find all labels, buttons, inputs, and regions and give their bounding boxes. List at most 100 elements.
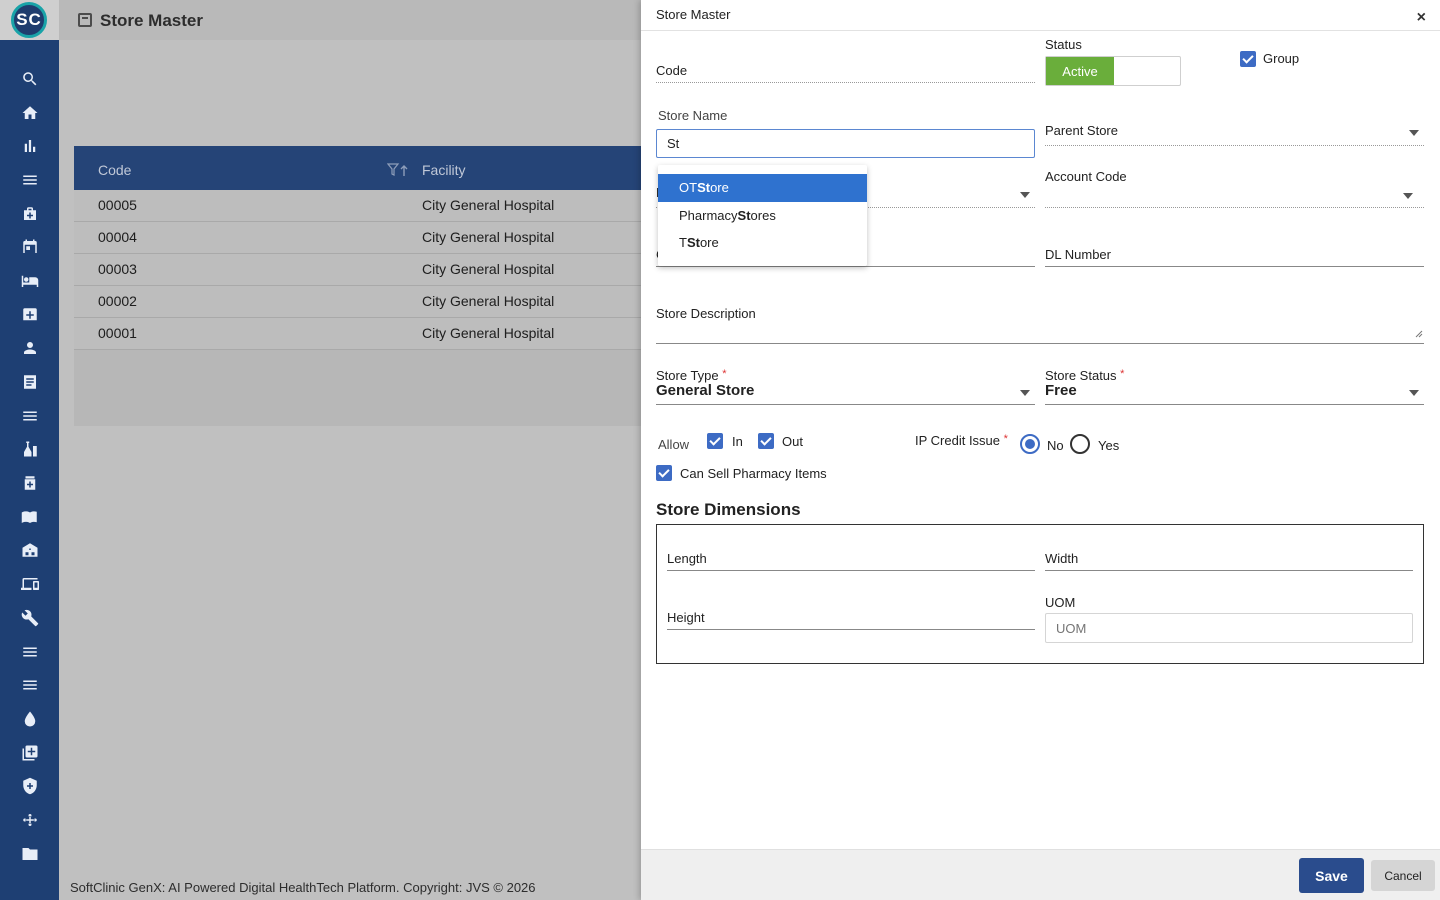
- lab-icon[interactable]: [0, 433, 59, 467]
- document-icon[interactable]: [0, 365, 59, 399]
- height-input[interactable]: [667, 629, 1035, 630]
- store-type-label-text: Store Type: [656, 368, 719, 383]
- dialog-footer: Save Cancel: [641, 849, 1440, 900]
- menu-icon-3[interactable]: [0, 668, 59, 702]
- chevron-down-icon[interactable]: [1403, 193, 1413, 199]
- account-code-label: Account Code: [1045, 169, 1127, 184]
- cancel-button[interactable]: Cancel: [1371, 860, 1435, 891]
- chevron-down-icon[interactable]: [1409, 130, 1419, 136]
- can-sell-label: Can Sell Pharmacy Items: [680, 466, 827, 481]
- allow-label: Allow: [658, 437, 690, 452]
- drop-icon[interactable]: [0, 702, 59, 736]
- ip-credit-yes-radio[interactable]: [1070, 434, 1090, 454]
- home-icon[interactable]: [0, 96, 59, 130]
- store-description-label: Store Description: [656, 306, 756, 321]
- suggestion-match: St: [737, 207, 751, 223]
- uom-label: UOM: [1045, 595, 1076, 610]
- code-input[interactable]: [656, 82, 1035, 83]
- pharmacy-icon[interactable]: [0, 466, 59, 500]
- dl-number-input[interactable]: [1045, 266, 1424, 267]
- status-toggle[interactable]: Active: [1045, 56, 1181, 86]
- modal-backdrop[interactable]: [59, 0, 641, 900]
- ip-credit-no-label: No: [1047, 438, 1064, 453]
- menu-icon-2[interactable]: [0, 635, 59, 669]
- suggestion-text: ores: [750, 207, 776, 223]
- dimensions-title: Store Dimensions: [656, 500, 801, 519]
- sidebar: SC: [0, 0, 59, 900]
- list-icon[interactable]: [0, 399, 59, 433]
- suggestion-item[interactable]: Pharmacy St ores: [658, 202, 867, 230]
- allow-out-checkbox[interactable]: [758, 433, 774, 449]
- store-status-label-text: Store Status: [1045, 368, 1117, 383]
- add-box-icon[interactable]: [0, 736, 59, 770]
- status-active[interactable]: Active: [1046, 57, 1114, 85]
- book-icon[interactable]: [0, 500, 59, 534]
- medical-bag-icon[interactable]: [0, 197, 59, 231]
- menu-icon[interactable]: [0, 163, 59, 197]
- devices-icon[interactable]: [0, 567, 59, 601]
- height-label: Height: [667, 610, 705, 625]
- close-icon[interactable]: ×: [1417, 9, 1426, 27]
- building-icon[interactable]: [0, 534, 59, 568]
- dialog-title: Store Master: [656, 7, 731, 22]
- suggestion-text: OT: [679, 180, 698, 196]
- parent-store-label: Parent Store: [1045, 123, 1118, 138]
- ip-credit-no-radio[interactable]: [1020, 434, 1040, 454]
- width-input[interactable]: [1045, 570, 1413, 571]
- group-checkbox[interactable]: [1240, 51, 1256, 67]
- can-sell-checkbox[interactable]: [656, 465, 672, 481]
- plus-box-icon[interactable]: [0, 298, 59, 332]
- ip-credit-yes-label: Yes: [1098, 438, 1120, 453]
- store-name-label: Store Name: [658, 108, 728, 123]
- allow-out-label: Out: [782, 434, 803, 449]
- status-label: Status: [1045, 37, 1082, 52]
- bed-icon[interactable]: [0, 264, 59, 298]
- gst-input[interactable]: [656, 266, 1035, 267]
- logo-area: SC: [0, 0, 59, 40]
- suggestion-match: St: [697, 180, 711, 196]
- store-status-value[interactable]: Free: [1045, 382, 1077, 399]
- account-code-select[interactable]: [1045, 207, 1424, 208]
- store-type-label: Store Type *: [656, 368, 727, 383]
- required-mark: *: [1003, 433, 1008, 445]
- suggestion-item[interactable]: OT St ore: [658, 174, 867, 202]
- allow-in-label: In: [732, 434, 743, 449]
- chevron-down-icon[interactable]: [1020, 192, 1030, 198]
- save-button[interactable]: Save: [1299, 858, 1364, 893]
- length-label: Length: [667, 551, 707, 566]
- allow-in-checkbox[interactable]: [707, 433, 723, 449]
- store-name-input[interactable]: [656, 129, 1035, 158]
- dimensions-box: [656, 524, 1424, 664]
- parent-store-select[interactable]: [1045, 145, 1424, 146]
- chevron-down-icon[interactable]: [1020, 390, 1030, 396]
- store-type-value[interactable]: General Store: [656, 382, 754, 399]
- ip-credit-label-text: IP Credit Issue: [915, 433, 1001, 448]
- suggestion-text: ore: [699, 235, 719, 251]
- required-mark: *: [1120, 368, 1125, 380]
- dialog-divider: [641, 30, 1440, 31]
- ip-credit-label: IP Credit Issue *: [915, 433, 1008, 448]
- uom-input[interactable]: [1045, 613, 1413, 643]
- width-label: Width: [1045, 551, 1079, 566]
- folder-icon[interactable]: [0, 837, 59, 871]
- search-icon[interactable]: [0, 62, 59, 96]
- sidebar-icons: [0, 62, 59, 871]
- wrench-icon[interactable]: [0, 601, 59, 635]
- chevron-down-icon[interactable]: [1409, 390, 1419, 396]
- bar-chart-icon[interactable]: [0, 129, 59, 163]
- shield-icon[interactable]: [0, 769, 59, 803]
- suggestion-item[interactable]: T St ore: [658, 229, 867, 257]
- length-input[interactable]: [667, 570, 1035, 571]
- suggestion-text: ore: [710, 180, 729, 196]
- store-status-label: Store Status *: [1045, 368, 1124, 383]
- network-icon[interactable]: [0, 803, 59, 837]
- required-mark: *: [722, 368, 727, 380]
- calendar-icon[interactable]: [0, 230, 59, 264]
- person-icon[interactable]: [0, 332, 59, 366]
- app-logo[interactable]: SC: [11, 2, 47, 38]
- store-name-suggestions: OT St ore Pharmacy St ores T St ore: [658, 165, 867, 266]
- store-type-select[interactable]: [656, 404, 1035, 405]
- store-description-input[interactable]: [656, 343, 1424, 344]
- store-status-select[interactable]: [1045, 404, 1424, 405]
- resize-handle-icon[interactable]: [1415, 330, 1423, 338]
